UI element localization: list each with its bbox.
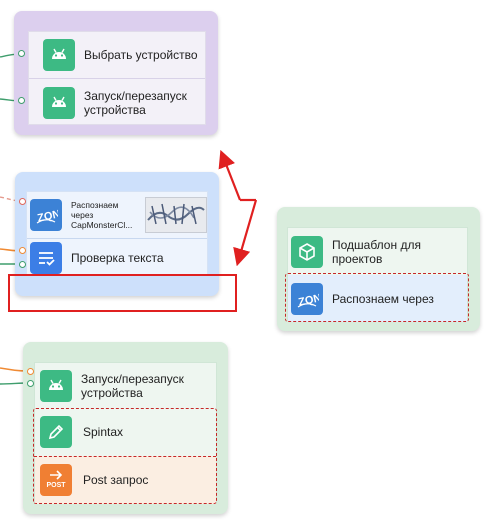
move-arrow <box>218 149 258 267</box>
